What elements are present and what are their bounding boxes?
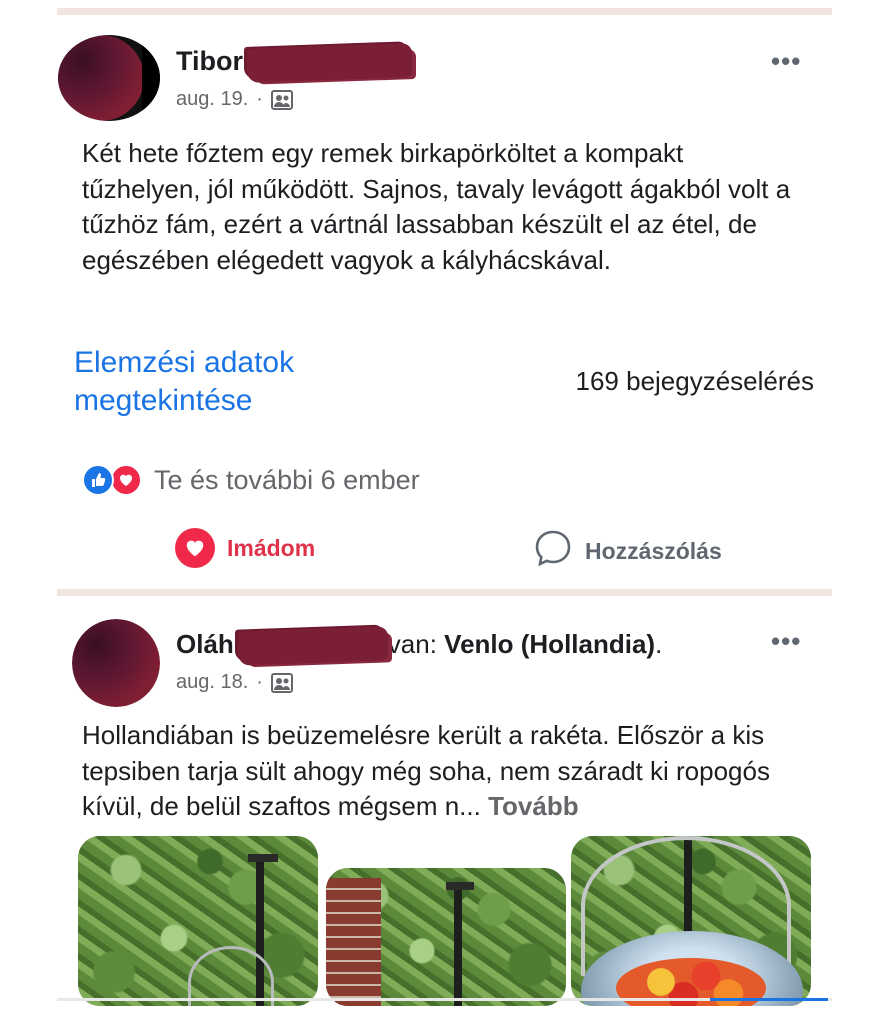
- post-reach-count: 169 bejegyzéselérés: [575, 366, 815, 396]
- see-more-link[interactable]: Tovább: [488, 791, 579, 821]
- post-divider: [57, 589, 832, 596]
- post1-avatar[interactable]: [58, 35, 160, 121]
- scroll-indicator: [710, 998, 828, 1001]
- post1-body-text: Két hete főztem egy remek birkapörköltet…: [82, 138, 791, 275]
- love-reaction-button[interactable]: Imádom: [175, 528, 315, 568]
- meta-separator: ·: [256, 88, 263, 110]
- love-button-label: Imádom: [227, 534, 316, 561]
- post2-author-line[interactable]: Oláh van: Venlo (Hollandia).: [176, 629, 662, 663]
- comment-bubble-icon: [533, 528, 573, 574]
- location-link[interactable]: Venlo (Hollandia): [444, 629, 655, 659]
- post-photo-2[interactable]: [326, 868, 566, 1006]
- reactions-text[interactable]: Te és további 6 ember: [154, 465, 420, 496]
- location-suffix: .: [655, 629, 663, 659]
- post1-meta: aug. 19. ·: [176, 88, 293, 111]
- redacted-name: [238, 629, 388, 663]
- post2-body-text: Hollandiában is beüzemelésre került a ra…: [82, 718, 812, 825]
- love-reaction-icon: [110, 464, 142, 496]
- post2-text: Hollandiában is beüzemelésre került a ra…: [82, 720, 770, 821]
- friends-audience-icon[interactable]: [270, 672, 293, 693]
- view-insights-link[interactable]: Elemzési adatok megtekintése: [74, 344, 374, 420]
- comment-button[interactable]: Hozzászólás: [533, 528, 722, 574]
- author-first-name[interactable]: Oláh: [176, 629, 234, 659]
- post-photo-3[interactable]: [571, 836, 811, 1006]
- post2-avatar[interactable]: [72, 619, 160, 707]
- post1-more-options-icon[interactable]: •••: [771, 46, 801, 77]
- post-date[interactable]: aug. 19.: [176, 88, 248, 111]
- heart-icon: [175, 528, 215, 568]
- post-photo-1[interactable]: [78, 836, 318, 1006]
- comment-button-label: Hozzászólás: [585, 537, 722, 564]
- post1-author-name[interactable]: Tibor: [176, 46, 412, 80]
- reactions-summary[interactable]: Te és további 6 ember: [82, 464, 420, 496]
- redacted-name: [247, 46, 412, 80]
- meta-separator: ·: [256, 671, 263, 693]
- reaction-icons: [82, 464, 146, 496]
- friends-audience-icon[interactable]: [270, 89, 293, 110]
- post2-meta: aug. 18. ·: [176, 671, 293, 694]
- like-reaction-icon: [82, 464, 114, 496]
- post-date[interactable]: aug. 18.: [176, 671, 248, 694]
- location-prefix: van:: [387, 629, 445, 659]
- post2-more-options-icon[interactable]: •••: [771, 626, 801, 657]
- post-divider-top: [57, 8, 832, 15]
- author-first-name[interactable]: Tibor: [176, 46, 243, 76]
